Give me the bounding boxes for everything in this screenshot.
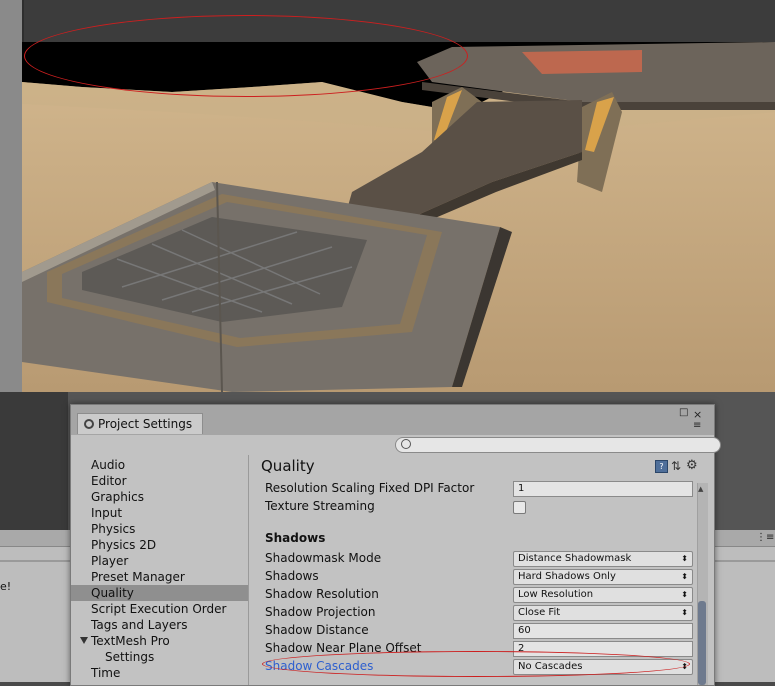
annotation-ellipse-top bbox=[24, 15, 468, 97]
nav-item-editor[interactable]: Editor bbox=[71, 473, 248, 489]
nav-item-physics[interactable]: Physics bbox=[71, 521, 248, 537]
tab-project-settings[interactable]: Project Settings bbox=[77, 413, 204, 434]
texture-streaming-label: Texture Streaming bbox=[265, 499, 375, 513]
shadows-dropdown[interactable]: Hard Shadows Only ⬍ bbox=[513, 569, 693, 585]
nav-item-preset-manager[interactable]: Preset Manager bbox=[71, 569, 248, 585]
shadow-distance-field[interactable]: 60 bbox=[513, 623, 693, 639]
page-title: Quality bbox=[261, 457, 315, 475]
nav-item-textmesh-settings[interactable]: Settings bbox=[71, 649, 248, 665]
res-scaling-label: Resolution Scaling Fixed DPI Factor bbox=[265, 481, 475, 495]
scene-view[interactable] bbox=[22, 42, 775, 392]
dropdown-value: Distance Shadowmask bbox=[518, 553, 632, 564]
shadowmask-mode-dropdown[interactable]: Distance Shadowmask ⬍ bbox=[513, 551, 693, 567]
annotation-ellipse-shadow-cascades bbox=[262, 651, 690, 677]
texture-streaming-checkbox[interactable] bbox=[513, 501, 526, 514]
shadow-projection-dropdown[interactable]: Close Fit ⬍ bbox=[513, 605, 693, 621]
nav-item-tags-and-layers[interactable]: Tags and Layers bbox=[71, 617, 248, 633]
shadows-label: Shadows bbox=[265, 569, 319, 583]
scroll-up-arrow-icon[interactable]: ▲ bbox=[698, 485, 703, 493]
shadow-distance-label: Shadow Distance bbox=[265, 623, 369, 637]
res-scaling-field[interactable]: 1 bbox=[513, 481, 693, 497]
tab-label: Project Settings bbox=[98, 417, 193, 431]
shadows-section-header: Shadows bbox=[265, 531, 326, 545]
foldout-arrow-icon[interactable] bbox=[80, 637, 88, 644]
project-settings-window: Project Settings □ × ≡ Audio Editor Grap… bbox=[70, 404, 721, 686]
shadow-projection-label: Shadow Projection bbox=[265, 605, 376, 619]
maximize-button[interactable]: □ bbox=[679, 407, 688, 418]
preset-icon[interactable]: ⇅ bbox=[671, 459, 681, 473]
shadow-resolution-dropdown[interactable]: Low Resolution ⬍ bbox=[513, 587, 693, 603]
nav-item-input[interactable]: Input bbox=[71, 505, 248, 521]
nav-item-textmesh-pro[interactable]: TextMesh Pro bbox=[71, 633, 248, 649]
dropdown-value: Low Resolution bbox=[518, 589, 594, 600]
dropdown-arrow-icon: ⬍ bbox=[681, 554, 688, 563]
nav-item-player[interactable]: Player bbox=[71, 553, 248, 569]
shadowmask-mode-label: Shadowmask Mode bbox=[265, 551, 382, 565]
gear-icon bbox=[84, 419, 94, 429]
search-bar bbox=[71, 435, 721, 455]
left-dark-panel bbox=[0, 392, 68, 532]
nav-item-physics-2d[interactable]: Physics 2D bbox=[71, 537, 248, 553]
nav-item-quality[interactable]: Quality bbox=[71, 585, 248, 601]
scrollbar-thumb[interactable] bbox=[698, 601, 706, 685]
window-titlebar[interactable]: Project Settings □ × ≡ bbox=[71, 405, 714, 436]
settings-gear-icon[interactable]: ⚙ bbox=[686, 458, 698, 473]
dropdown-arrow-icon: ⬍ bbox=[681, 608, 688, 617]
nav-item-label: TextMesh Pro bbox=[91, 634, 170, 648]
dropdown-value: Hard Shadows Only bbox=[518, 571, 616, 582]
panel-menu-icon[interactable]: ⋮≡ bbox=[756, 532, 774, 543]
help-icon[interactable]: ? bbox=[655, 460, 668, 473]
nav-item-audio[interactable]: Audio bbox=[71, 457, 248, 473]
dropdown-arrow-icon: ⬍ bbox=[681, 572, 688, 581]
scene-render bbox=[22, 42, 775, 392]
nav-item-time[interactable]: Time bbox=[71, 665, 248, 681]
window-menu-icon[interactable]: ≡ bbox=[693, 420, 701, 431]
shadow-resolution-label: Shadow Resolution bbox=[265, 587, 379, 601]
settings-nav: Audio Editor Graphics Input Physics Phys… bbox=[71, 455, 249, 685]
search-icon bbox=[401, 439, 411, 449]
search-input[interactable] bbox=[395, 437, 721, 453]
nav-item-script-execution-order[interactable]: Script Execution Order bbox=[71, 601, 248, 617]
nav-item-graphics[interactable]: Graphics bbox=[71, 489, 248, 505]
dropdown-value: Close Fit bbox=[518, 607, 561, 618]
dropdown-arrow-icon: ⬍ bbox=[681, 590, 688, 599]
console-message: e! bbox=[0, 580, 12, 593]
